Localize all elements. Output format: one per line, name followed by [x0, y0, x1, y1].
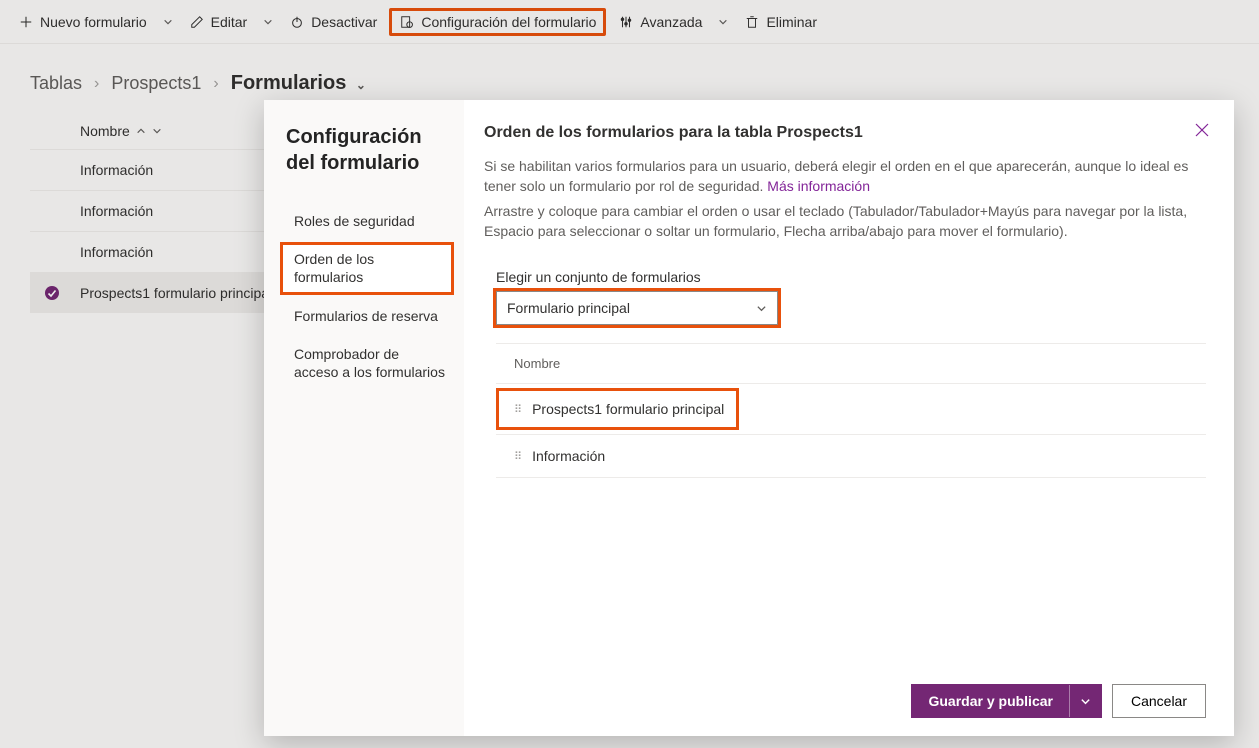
save-publish-chevron[interactable]: [1069, 685, 1101, 717]
grip-icon[interactable]: ⠿: [514, 403, 522, 416]
dialog-sidebar-title: Configuración del formulario: [286, 124, 454, 176]
dialog-main: Orden de los formularios para la tabla P…: [464, 100, 1234, 736]
order-row-name: Prospects1 formulario principal: [532, 401, 724, 417]
formset-label: Elegir un conjunto de formularios: [484, 269, 1206, 285]
delete-button[interactable]: Eliminar: [734, 8, 827, 36]
chevron-down-icon: [756, 303, 767, 314]
sidebar-item-security-roles[interactable]: Roles de seguridad: [286, 204, 454, 238]
save-publish-button[interactable]: Guardar y publicar: [912, 685, 1068, 717]
form-settings-label: Configuración del formulario: [421, 14, 596, 30]
dialog-footer: Guardar y publicar Cancelar: [484, 684, 1206, 718]
edit-button[interactable]: Editar: [179, 8, 258, 36]
close-button[interactable]: [1194, 122, 1214, 142]
check-circle-icon: [44, 285, 60, 301]
pencil-icon: [189, 14, 205, 30]
form-settings-icon: [399, 14, 415, 30]
power-icon: [289, 14, 305, 30]
deactivate-button[interactable]: Desactivar: [279, 8, 387, 36]
command-bar: Nuevo formulario Editar Desactivar Confi…: [0, 0, 1259, 44]
delete-label: Eliminar: [766, 14, 817, 30]
order-row[interactable]: ⠿ Información: [496, 435, 1206, 478]
advanced-chevron[interactable]: [714, 11, 732, 33]
order-list-header: Nombre: [496, 344, 1206, 384]
form-settings-dialog: Configuración del formulario Roles de se…: [264, 100, 1234, 736]
form-settings-button[interactable]: Configuración del formulario: [389, 8, 606, 36]
grip-icon[interactable]: ⠿: [514, 450, 522, 463]
breadcrumb-entity[interactable]: Prospects1: [111, 73, 201, 94]
edit-label: Editar: [211, 14, 248, 30]
chevron-down-icon: [152, 126, 162, 136]
chevron-right-icon: ›: [94, 75, 99, 93]
chevron-down-icon[interactable]: ⌄: [356, 78, 366, 92]
trash-icon: [744, 14, 760, 30]
breadcrumb-current[interactable]: Formularios ⌄: [231, 72, 366, 95]
sidebar-item-fallback-forms[interactable]: Formularios de reserva: [286, 299, 454, 333]
help-text-2: Arrastre y coloque para cambiar el orden…: [484, 201, 1206, 242]
dialog-title: Orden de los formularios para la tabla P…: [484, 124, 1206, 142]
learn-more-link[interactable]: Más información: [767, 178, 870, 194]
plus-icon: [18, 14, 34, 30]
cancel-button[interactable]: Cancelar: [1112, 684, 1206, 718]
column-name[interactable]: Nombre: [80, 123, 162, 139]
sidebar-item-form-order[interactable]: Orden de los formularios: [280, 242, 454, 294]
advanced-label: Avanzada: [640, 14, 702, 30]
formset-value: Formulario principal: [507, 300, 630, 316]
form-order-list: Nombre ⠿ Prospects1 formulario principal…: [496, 343, 1206, 478]
dialog-sidebar: Configuración del formulario Roles de se…: [264, 100, 464, 736]
help-text-1: Si se habilitan varios formularios para …: [484, 156, 1206, 197]
sort-up-icon: [136, 126, 146, 136]
new-form-button[interactable]: Nuevo formulario: [8, 8, 157, 36]
chevron-right-icon: ›: [213, 75, 218, 93]
edit-chevron[interactable]: [259, 11, 277, 33]
formset-select[interactable]: Formulario principal: [496, 291, 778, 325]
order-row[interactable]: ⠿ Prospects1 formulario principal: [496, 388, 739, 430]
new-form-chevron[interactable]: [159, 11, 177, 33]
save-publish-split-button: Guardar y publicar: [911, 684, 1101, 718]
advanced-button[interactable]: Avanzada: [608, 8, 712, 36]
breadcrumb-tables[interactable]: Tablas: [30, 73, 82, 94]
deactivate-label: Desactivar: [311, 14, 377, 30]
order-row-name: Información: [532, 448, 605, 464]
sliders-icon: [618, 14, 634, 30]
new-form-label: Nuevo formulario: [40, 14, 147, 30]
sidebar-item-access-checker[interactable]: Comprobador de acceso a los formularios: [286, 337, 454, 389]
